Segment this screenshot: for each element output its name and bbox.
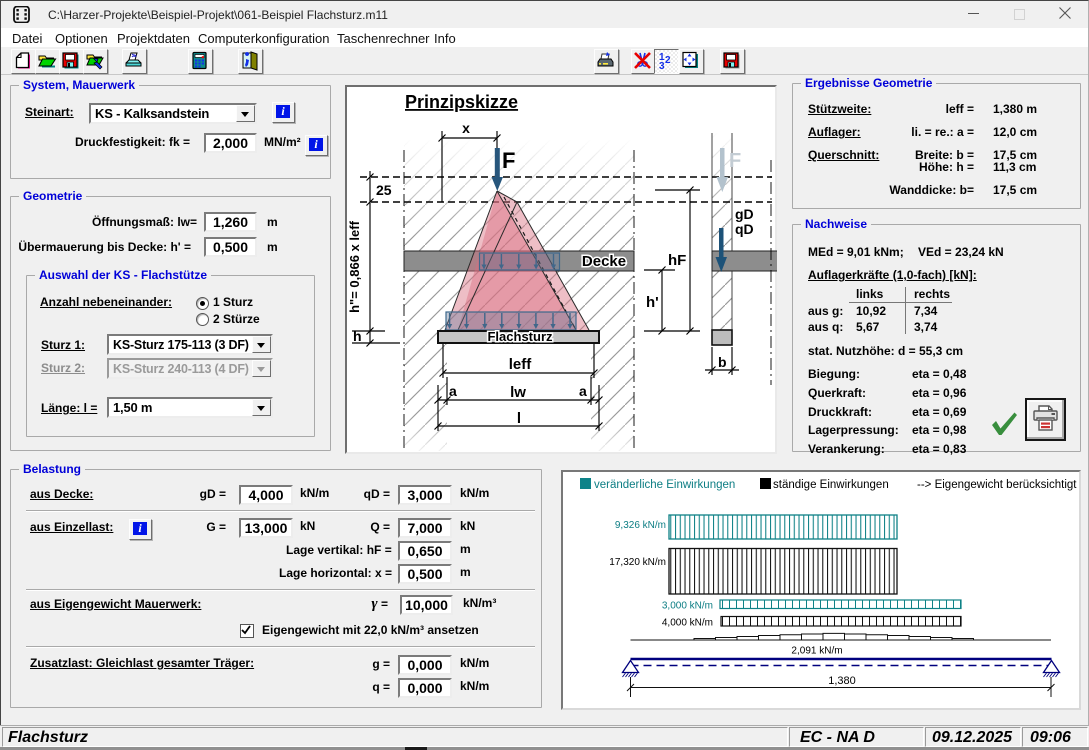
svg-text:25: 25 (376, 182, 392, 198)
svg-text:Flachsturz: Flachsturz (487, 329, 553, 344)
svg-text:h: h (353, 328, 362, 344)
svg-text:F: F (502, 148, 515, 173)
svg-text:4,000 kN/m: 4,000 kN/m (662, 618, 713, 629)
svg-text:2: 2 (665, 55, 671, 66)
svg-text:2,091 kN/m: 2,091 kN/m (791, 646, 842, 657)
svg-text:gD: gD (735, 206, 754, 222)
svg-text:h': h' (646, 294, 659, 311)
svg-text:9,326 kN/m: 9,326 kN/m (615, 520, 666, 531)
svg-text:veränderliche Einwirkungen: veränderliche Einwirkungen (594, 479, 735, 491)
svg-text:h"= 0,866 x leff: h"= 0,866 x leff (347, 220, 362, 312)
svg-text:qD: qD (735, 221, 754, 237)
svg-text:Prinzipskizze: Prinzipskizze (405, 92, 518, 112)
svg-text:leff: leff (509, 356, 533, 373)
svg-text:17,320 kN/m: 17,320 kN/m (609, 557, 666, 568)
svg-text:--> Eigengewicht berücksichtig: --> Eigengewicht berücksichtigt (917, 479, 1077, 491)
svg-text:a: a (449, 383, 457, 399)
svg-text:F: F (729, 150, 741, 172)
svg-text:x: x (462, 120, 470, 136)
svg-text:hF: hF (668, 252, 686, 269)
svg-text:l: l (517, 410, 521, 427)
svg-text:1,380: 1,380 (828, 675, 856, 687)
svg-text:ständige Einwirkungen: ständige Einwirkungen (773, 479, 889, 491)
svg-text:lw: lw (510, 384, 526, 401)
svg-text:a: a (579, 383, 587, 399)
svg-text:3: 3 (659, 61, 665, 71)
svg-text:3,000 kN/m: 3,000 kN/m (662, 601, 713, 612)
svg-text:b: b (718, 354, 727, 370)
svg-text:Decke: Decke (582, 253, 626, 270)
